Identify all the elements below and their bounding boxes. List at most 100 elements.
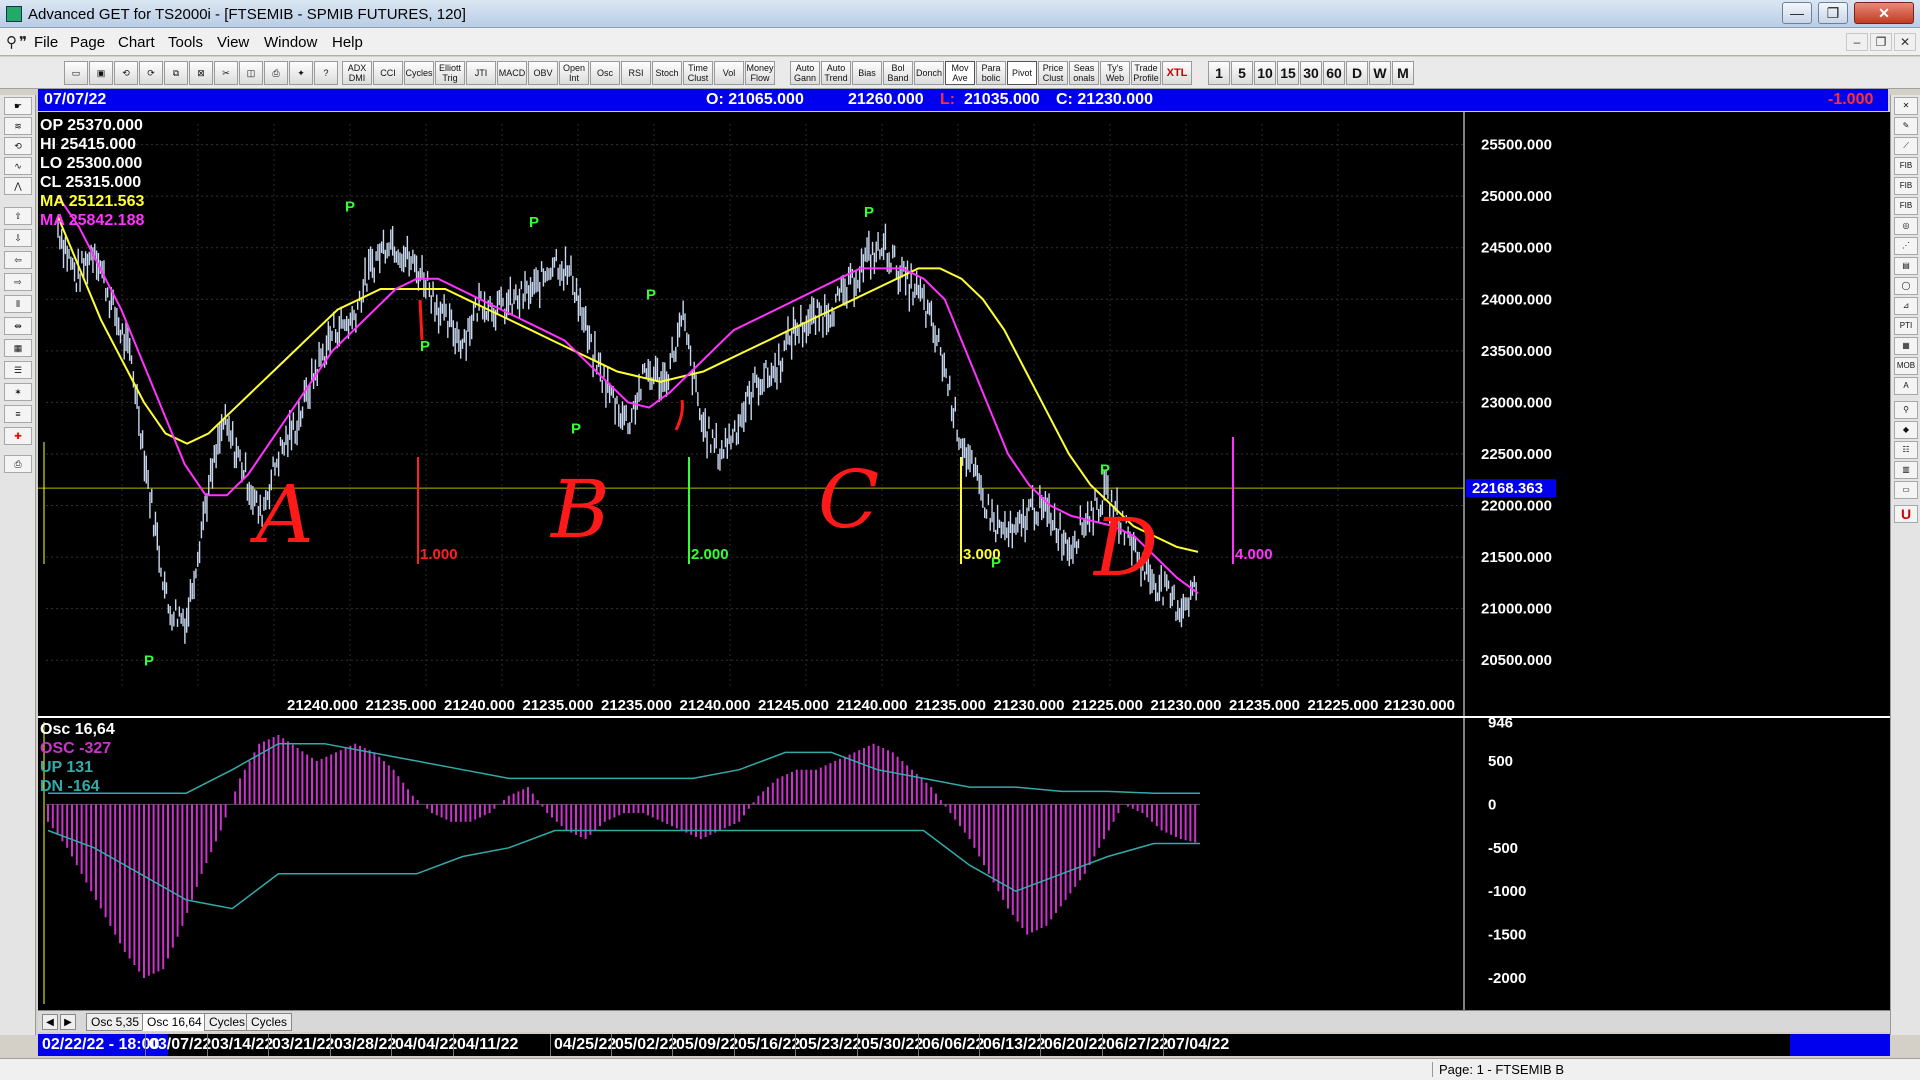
timeframe-weekly[interactable]: W [1369,61,1391,85]
fib-ext-icon[interactable]: FIB [1894,177,1918,195]
menu-tools[interactable]: Tools [168,34,203,51]
title-bar[interactable]: Advanced GET for TS2000i - [FTSEMIB - SP… [0,0,1920,28]
crosshair-icon[interactable]: ✚ [4,427,32,445]
fan-icon[interactable]: ⋰ [1894,237,1918,255]
tab-cycles-2[interactable]: Cycles [246,1013,293,1031]
mob-icon[interactable]: MOB [1894,357,1918,375]
tool-mov-ave[interactable]: Mov Ave [945,61,975,85]
tool-pivot[interactable]: Pivot [1007,61,1037,85]
fib-time-icon[interactable]: FIB [1894,197,1918,215]
tool-xtl[interactable]: XTL [1162,61,1192,85]
grid-tool-icon[interactable]: ▦ [1894,337,1918,355]
tab-prev-button[interactable]: ◀ [42,1014,58,1030]
lightbulb-icon[interactable]: ✦ [289,61,313,85]
study-adx-dmi[interactable]: ADX DMI [342,61,372,85]
arrow-up-icon[interactable]: ⇧ [4,207,32,225]
menu-file[interactable]: File [34,34,58,51]
tool-trade-profile[interactable]: Trade Profile [1131,61,1161,85]
tool-auto-gann[interactable]: Auto Gann [790,61,820,85]
menu-view[interactable]: View [217,34,249,51]
study-icon[interactable]: ∿ [4,157,32,175]
arrow-left-icon[interactable]: ⇦ [4,251,32,269]
print-tool-icon[interactable]: ⎙ [4,455,32,473]
arrow-right-icon[interactable]: ⇨ [4,273,32,291]
mdi-restore-button[interactable]: ❐ [1870,33,1892,51]
help-cursor-icon[interactable]: ? [314,61,338,85]
timeframe-1[interactable]: 1 [1208,61,1230,85]
tool-bias[interactable]: Bias [852,61,882,85]
study-elliott-trig[interactable]: Elliott Trig [435,61,465,85]
tool-tys-web[interactable]: Ty's Web [1100,61,1130,85]
mdi-close-button[interactable]: ✕ [1894,33,1916,51]
timeframe-60[interactable]: 60 [1323,61,1345,85]
new-icon[interactable]: ▭ [64,61,88,85]
study-cycles[interactable]: Cycles [404,61,434,85]
study-obv[interactable]: OBV [528,61,558,85]
menu-window[interactable]: Window [264,34,317,51]
tool-seasonals[interactable]: Seas onals [1069,61,1099,85]
redo-icon[interactable]: ⟳ [139,61,163,85]
tool-auto-trend[interactable]: Auto Trend [821,61,851,85]
timeframe-daily[interactable]: D [1346,61,1368,85]
cut-icon[interactable]: ✂ [214,61,238,85]
elliott-icon[interactable]: ⋀ [4,177,32,195]
ellipse-icon[interactable]: ◯ [1894,277,1918,295]
oscillator-canvas[interactable]: 946 500 0 -500 -1000 -1500 -2000 [38,718,1890,1010]
study-money-flow[interactable]: Money Flow [745,61,775,85]
menu-chart[interactable]: Chart [118,34,155,51]
expand-icon[interactable]: ⇹ [4,317,32,335]
study-rsi[interactable]: RSI [621,61,651,85]
arrow-down-icon[interactable]: ⇩ [4,229,32,247]
close-button[interactable]: ✕ [1854,2,1914,24]
delete-icon[interactable]: ⊠ [189,61,213,85]
timeframe-30[interactable]: 30 [1300,61,1322,85]
copy-icon[interactable]: ⧉ [164,61,188,85]
maximize-button[interactable]: ❐ [1818,2,1848,24]
tab-osc-5-35[interactable]: Osc 5,35 [86,1013,145,1031]
study-stoch[interactable]: Stoch [652,61,682,85]
study-macd[interactable]: MACD [497,61,527,85]
print-icon[interactable]: ⎙ [264,61,288,85]
tool-parabolic[interactable]: Para bolic [976,61,1006,85]
menu-help[interactable]: Help [332,34,363,51]
timeframe-monthly[interactable]: M [1392,61,1414,85]
tool-donch[interactable]: Donch [914,61,944,85]
menu-tool-icons[interactable]: ⚲❞ [6,33,29,51]
price-chart-panel[interactable]: 25500.000 25000.000 24500.000 24000.000 2350… [38,112,1890,716]
timeframe-10[interactable]: 10 [1254,61,1276,85]
split-icon[interactable]: ◫ [239,61,263,85]
minimize-button[interactable]: — [1782,2,1812,24]
refresh-icon[interactable]: ⟲ [114,61,138,85]
list-icon[interactable]: ☷ [1894,441,1918,459]
study-open-int[interactable]: Open Int [559,61,589,85]
tab-cycles-1[interactable]: Cycles [204,1013,251,1031]
close-tools-icon[interactable]: ✕ [1894,97,1918,115]
gann-icon[interactable]: ✶ [4,383,32,401]
bar-tool-icon[interactable]: ⫴ [4,295,32,313]
study-cci[interactable]: CCI [373,61,403,85]
pti-icon[interactable]: PTI [1894,317,1918,335]
gann-fan-icon[interactable]: ⊿ [1894,297,1918,315]
study-time-clust[interactable]: Time Clust [683,61,713,85]
tool-price-clust[interactable]: Price Clust [1038,61,1068,85]
timeframe-15[interactable]: 15 [1277,61,1299,85]
channel-icon[interactable]: ▤ [1894,257,1918,275]
fib-icon[interactable]: ≡ [4,405,32,423]
grid-icon[interactable]: ▦ [4,339,32,357]
text-tool-icon[interactable]: A [1894,377,1918,395]
study-jti[interactable]: JTI [466,61,496,85]
zoom-icon[interactable]: ⚲ [1894,401,1918,419]
waves-icon[interactable]: ≋ [4,117,32,135]
tab-osc-16-64[interactable]: Osc 16,64 [142,1013,207,1031]
price-chart-canvas[interactable]: 25500.000 25000.000 24500.000 24000.000 2350… [38,112,1890,716]
table-icon[interactable]: ▥ [1894,461,1918,479]
tool-bol-band[interactable]: Bol Band [883,61,913,85]
study-osc[interactable]: Osc [590,61,620,85]
menu-page[interactable]: Page [70,34,105,51]
timeframe-5[interactable]: 5 [1231,61,1253,85]
lines-icon[interactable]: ☰ [4,361,32,379]
reset-icon[interactable]: ⟲ [4,137,32,155]
oscillator-panel[interactable]: 946 500 0 -500 -1000 -1500 -2000 Osc 16,64 OSC… [38,718,1890,1010]
tab-next-button[interactable]: ▶ [60,1014,76,1030]
pen-icon[interactable]: ✎ [1894,117,1918,135]
